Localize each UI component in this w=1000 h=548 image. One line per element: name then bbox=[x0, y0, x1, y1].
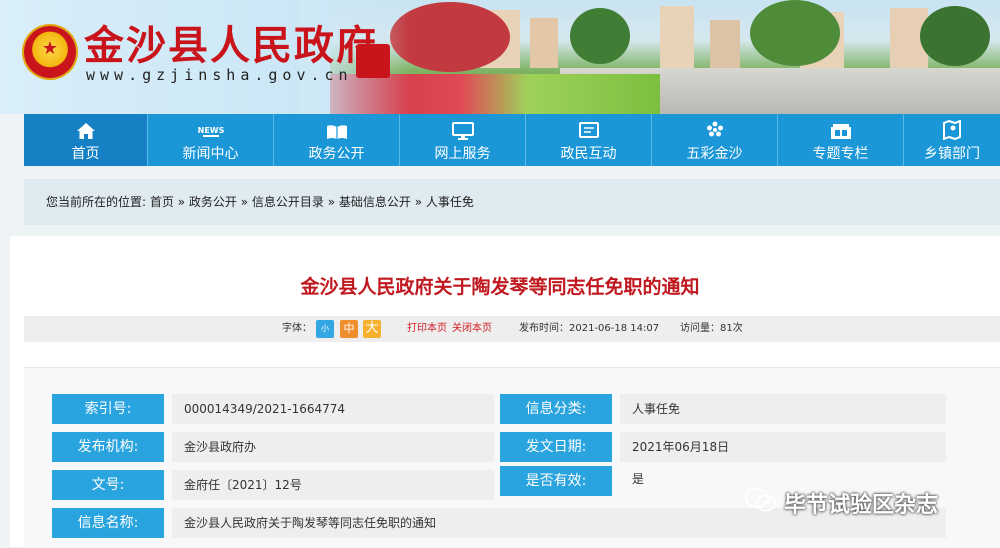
nav-item-colorful-jinsha[interactable]: 五彩金沙 bbox=[651, 114, 777, 166]
site-url: www.gzjinsha.gov.cn bbox=[86, 66, 353, 84]
wechat-watermark: 毕节试验区杂志 bbox=[744, 487, 939, 519]
nav-label: 新闻中心 bbox=[182, 146, 239, 162]
wechat-icon bbox=[744, 487, 778, 519]
issue-date-value: 2021年06月18日 bbox=[620, 432, 946, 462]
font-medium-button[interactable]: 中 bbox=[340, 320, 358, 338]
font-large-button[interactable]: 大 bbox=[363, 320, 381, 338]
news-icon: NEWS bbox=[197, 120, 225, 140]
category-label: 信息分类: bbox=[500, 394, 612, 424]
breadcrumb-separator: » bbox=[236, 195, 252, 209]
breadcrumb-link-catalog[interactable]: 信息公开目录 bbox=[252, 195, 324, 209]
site-title[interactable]: 金沙县人民政府 bbox=[84, 24, 378, 68]
view-count: 访问量：81次 bbox=[680, 323, 743, 334]
watermark-text: 毕节试验区杂志 bbox=[784, 493, 939, 518]
validity-value: 是 bbox=[632, 472, 645, 486]
nav-item-interaction[interactable]: 政民互动 bbox=[525, 114, 651, 166]
home-icon bbox=[76, 120, 96, 140]
nav-label: 政务公开 bbox=[308, 146, 365, 162]
nav-item-gov-affairs[interactable]: 政务公开 bbox=[273, 114, 399, 166]
category-value: 人事任免 bbox=[620, 394, 946, 424]
breadcrumb-link-home[interactable]: 首页 bbox=[150, 195, 174, 209]
breadcrumb: 您当前所在的位置: 首页 » 政务公开 » 信息公开目录 » 基础信息公开 » … bbox=[24, 179, 1000, 225]
index-number-value: 000014349/2021-1664774 bbox=[172, 394, 494, 424]
nav-label: 乡镇部门 bbox=[924, 146, 980, 162]
validity-label: 是否有效: bbox=[500, 466, 612, 496]
header-banner: ★ 金沙县人民政府 www.gzjinsha.gov.cn bbox=[0, 0, 1000, 114]
doc-number-value: 金府任〔2021〕12号 bbox=[172, 470, 494, 500]
breadcrumb-separator: » bbox=[410, 195, 426, 209]
index-number-label: 索引号: bbox=[52, 394, 164, 424]
doc-number-label: 文号: bbox=[52, 470, 164, 500]
folder-icon bbox=[830, 120, 852, 140]
nav-item-news[interactable]: NEWS 新闻中心 bbox=[147, 114, 273, 166]
breadcrumb-separator: » bbox=[323, 195, 339, 209]
nav-item-special-topics[interactable]: 专题专栏 bbox=[777, 114, 903, 166]
nav-label: 网上服务 bbox=[434, 146, 491, 162]
banner-photo bbox=[330, 0, 1000, 114]
breadcrumb-link-gov-affairs[interactable]: 政务公开 bbox=[189, 195, 237, 209]
monitor-icon bbox=[451, 120, 474, 140]
breadcrumb-link-personnel[interactable]: 人事任免 bbox=[426, 195, 474, 209]
publisher-label: 发布机构: bbox=[52, 432, 164, 462]
svg-text:NEWS: NEWS bbox=[197, 126, 224, 135]
chat-icon bbox=[578, 120, 599, 140]
nav-item-townships[interactable]: 乡镇部门 bbox=[903, 114, 1000, 166]
publish-time: 发布时间：2021-06-18 14:07 bbox=[519, 323, 660, 334]
nav-label: 首页 bbox=[71, 146, 100, 162]
flower-icon bbox=[705, 120, 725, 140]
nav-label: 专题专栏 bbox=[812, 146, 869, 162]
national-emblem-icon: ★ bbox=[24, 26, 76, 78]
issue-date-label: 发文日期: bbox=[500, 432, 612, 462]
article-toolbar: 字体： 小 中 大 打印本页 关闭本页 发布时间：2021-06-18 14:0… bbox=[24, 316, 1000, 342]
print-page-link[interactable]: 打印本页 bbox=[407, 316, 447, 342]
publisher-value: 金沙县政府办 bbox=[172, 432, 494, 462]
close-page-link[interactable]: 关闭本页 bbox=[452, 316, 492, 342]
article-title: 金沙县人民政府关于陶发琴等同志任免职的通知 bbox=[300, 276, 700, 298]
font-size-label: 字体： bbox=[282, 323, 312, 334]
breadcrumb-prefix: 您当前所在的位置: bbox=[46, 195, 147, 209]
info-name-label: 信息名称: bbox=[52, 508, 164, 538]
book-icon bbox=[325, 120, 349, 140]
seal-logo bbox=[356, 44, 390, 78]
nav-item-home[interactable]: 首页 bbox=[24, 114, 147, 166]
nav-label: 五彩金沙 bbox=[686, 146, 743, 162]
map-icon bbox=[942, 120, 962, 140]
breadcrumb-separator: » bbox=[173, 195, 189, 209]
nav-label: 政民互动 bbox=[560, 146, 617, 162]
breadcrumb-link-basic-info[interactable]: 基础信息公开 bbox=[339, 195, 411, 209]
nav-item-online-service[interactable]: 网上服务 bbox=[399, 114, 525, 166]
font-small-button[interactable]: 小 bbox=[316, 320, 334, 338]
main-nav: 首页 NEWS 新闻中心 政务公开 网上服务 政民互动 五彩金沙 专题专栏 乡镇… bbox=[24, 114, 1000, 166]
